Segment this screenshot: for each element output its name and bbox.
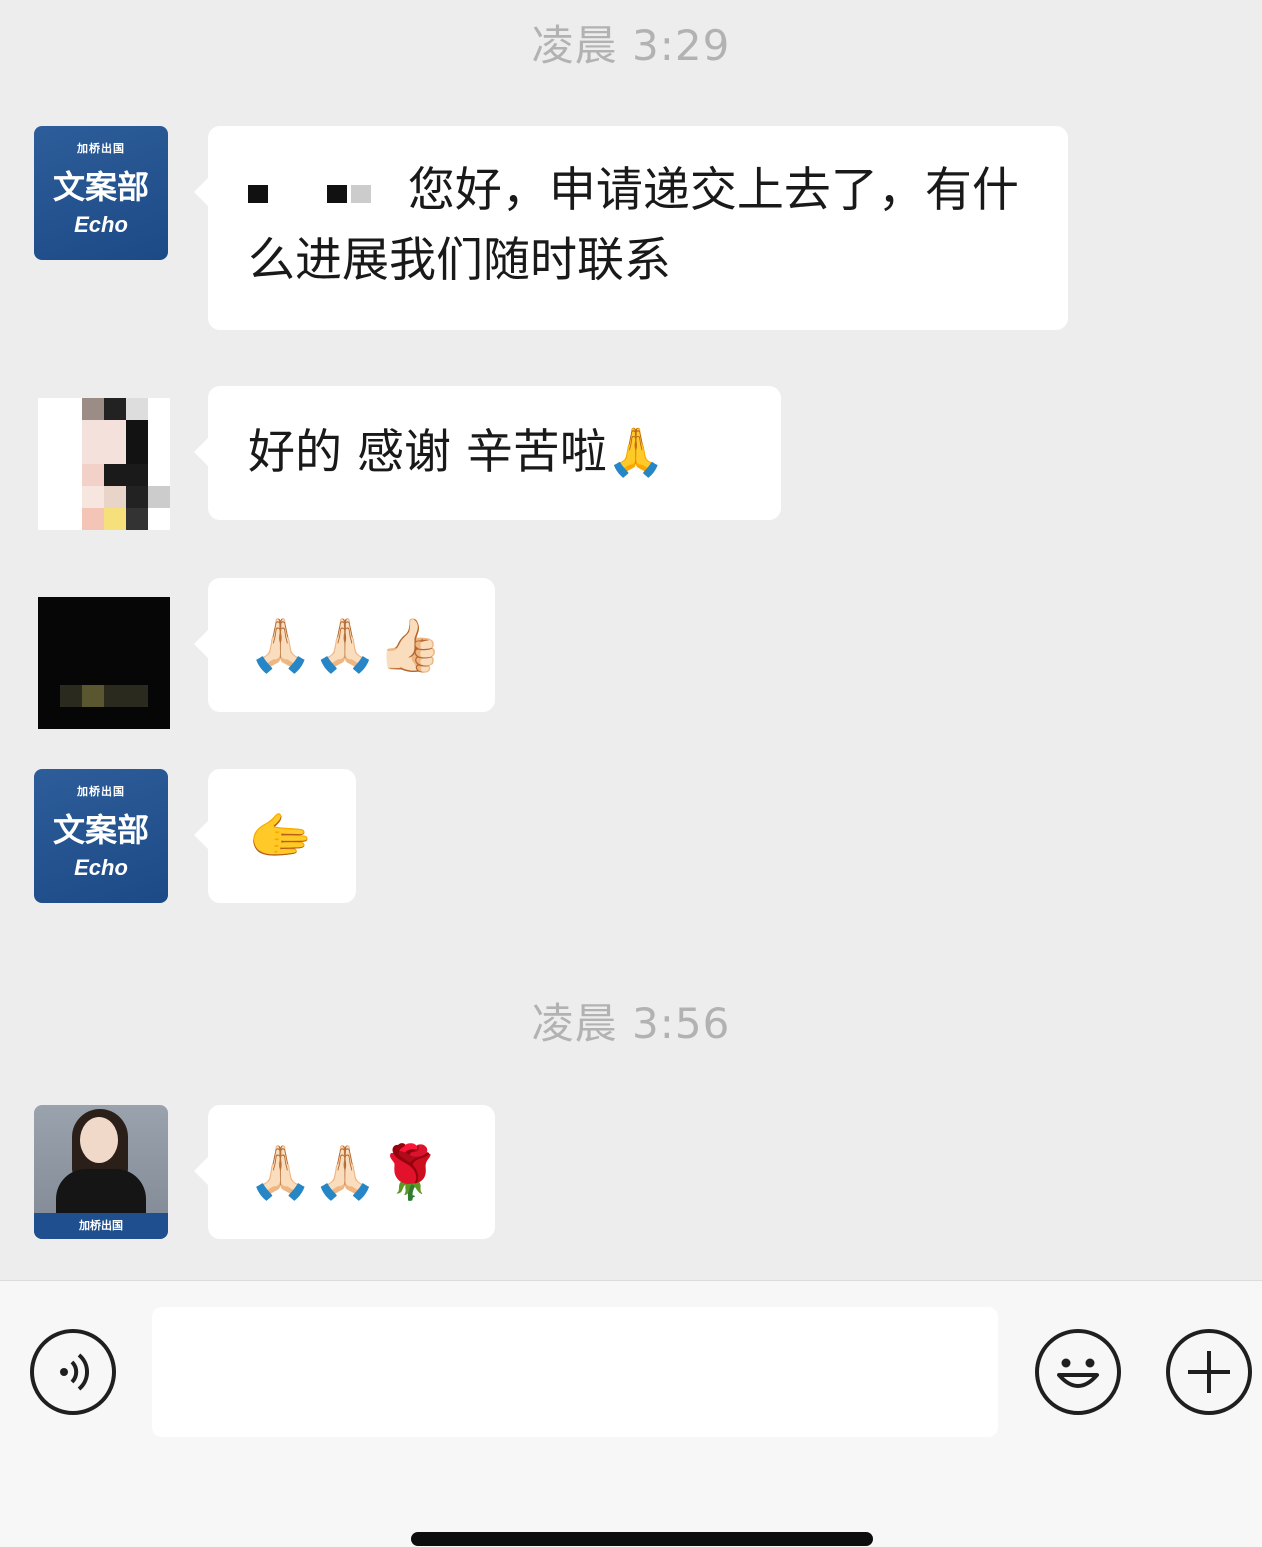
more-button[interactable] xyxy=(1166,1329,1252,1415)
brand-dept: 文案部 xyxy=(52,811,149,849)
brand-name: Echo xyxy=(74,212,128,237)
message-input[interactable] xyxy=(152,1307,998,1437)
emoji-button[interactable] xyxy=(1035,1329,1121,1415)
smiley-icon xyxy=(1057,1358,1099,1388)
brand-dept: 文案部 xyxy=(52,168,149,206)
avatar-agent-photo[interactable]: 加桥出国 xyxy=(34,1105,168,1239)
avatar-face xyxy=(80,1117,118,1163)
message-text: 好的 感谢 辛苦啦🙏 xyxy=(248,425,666,480)
message-emoji: 🙏🏻🙏🏻👍🏻 xyxy=(248,616,443,676)
redacted-name xyxy=(350,184,371,203)
message-bubble[interactable]: 好的 感谢 辛苦啦🙏 xyxy=(194,386,781,520)
avatar-detail xyxy=(82,685,104,707)
brand-name: Echo xyxy=(74,855,128,880)
message-bubble[interactable]: 🫱 xyxy=(194,769,356,903)
avatar-detail xyxy=(60,685,148,707)
message-emoji: 🙏🏻🙏🏻🌹 xyxy=(248,1143,443,1203)
brand-logo: 加桥出国 xyxy=(77,785,125,798)
message-bubble[interactable]: 🙏🏻🙏🏻🌹 xyxy=(194,1105,495,1239)
redacted-name xyxy=(326,184,347,203)
avatar-user-pixelated[interactable] xyxy=(38,398,170,530)
plus-icon xyxy=(1188,1351,1230,1393)
message-emoji: 🫱 xyxy=(248,807,313,867)
message-text: 您好，申请递交上去了，有什么进展我们随时联系 xyxy=(248,156,1028,296)
voice-icon xyxy=(60,1353,90,1391)
voice-button[interactable] xyxy=(30,1329,116,1415)
brand-logo: 加桥出国 xyxy=(77,142,125,155)
home-indicator[interactable] xyxy=(411,1532,873,1546)
timestamp: 凌晨 3:56 xyxy=(531,999,731,1048)
avatar-echo[interactable]: 加桥出国 文案部 Echo xyxy=(34,126,168,260)
chat-input-bar xyxy=(0,1280,1262,1547)
message-bubble[interactable]: 您好，申请递交上去了，有什么进展我们随时联系 xyxy=(194,126,1068,330)
message-text-content: 您好，申请递交上去了，有什么进展我们随时联系 xyxy=(248,163,1019,288)
brand-logo: 加桥出国 xyxy=(34,1213,168,1239)
message-bubble[interactable]: 🙏🏻🙏🏻👍🏻 xyxy=(194,578,495,712)
timestamp: 凌晨 3:29 xyxy=(531,21,731,70)
avatar-user-dark[interactable] xyxy=(38,597,170,729)
avatar-echo[interactable]: 加桥出国 文案部 Echo xyxy=(34,769,168,903)
redacted-name xyxy=(248,184,268,203)
